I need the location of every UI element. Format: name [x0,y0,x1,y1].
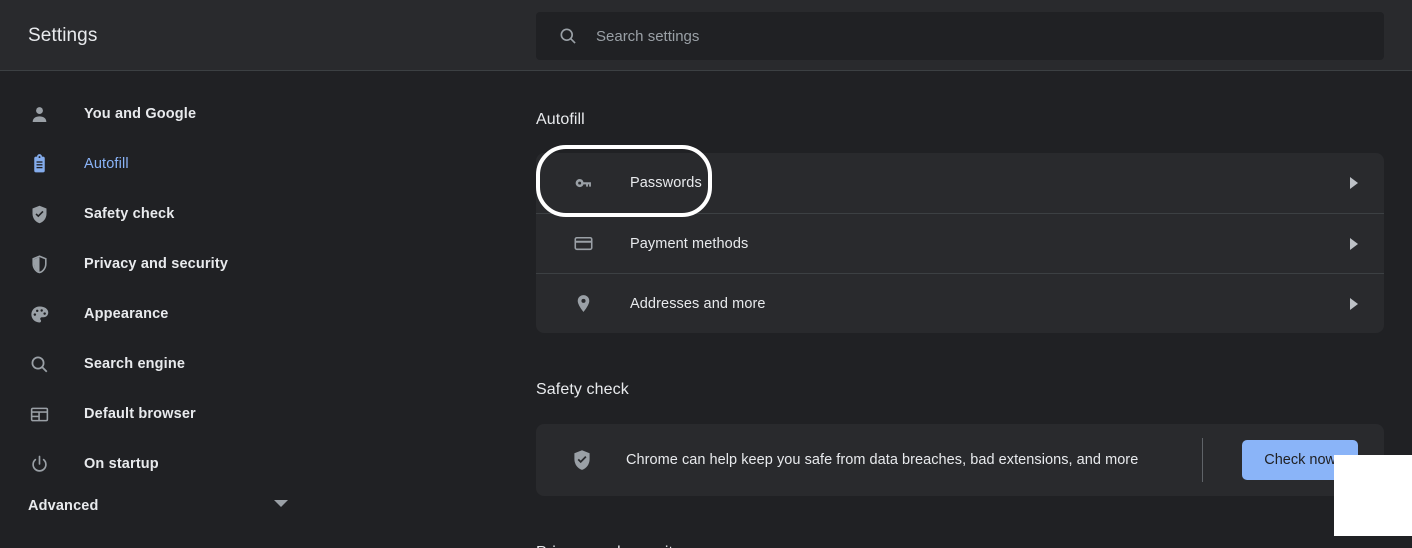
main-content: Autofill Passwords Payment methods Addre… [500,71,1412,548]
occlusion-patch [1334,455,1412,536]
autofill-row-passwords[interactable]: Passwords [536,153,1384,213]
browser-window-icon [28,403,50,425]
sidebar-item-autofill[interactable]: Autofill [0,139,500,189]
sidebar-item-label: Safety check [84,206,175,222]
palette-icon [28,303,50,325]
sidebar-item-label: You and Google [84,106,197,122]
sidebar-item-safety-check[interactable]: Safety check [0,189,500,239]
autofill-section-title: Autofill [536,111,585,128]
safety-card-divider [1202,438,1203,482]
safety-check-card: Chrome can help keep you safe from data … [536,424,1384,496]
credit-card-icon [572,233,594,255]
power-icon [28,453,50,475]
chevron-right-icon[interactable] [1350,237,1358,250]
autofill-row-label: Payment methods [630,235,749,252]
sidebar-item-label: Default browser [84,406,196,422]
autofill-row-payment-methods[interactable]: Payment methods [536,213,1384,273]
privacy-and-security-section-title: Privacy and security [536,544,1412,548]
page-title: Settings [28,25,98,46]
sidebar-advanced-toggle[interactable]: Advanced [0,481,310,531]
key-icon [572,172,594,194]
search-box[interactable] [536,12,1384,60]
location-pin-icon [572,293,594,315]
autofill-row-addresses-and-more[interactable]: Addresses and more [536,273,1384,333]
top-bar: Settings [0,0,1412,71]
safety-check-section-title: Safety check [536,381,629,398]
sidebar: You and Google Autofill Safety check Pri… [0,71,500,548]
sidebar-item-label: Search engine [84,356,186,372]
search-input[interactable] [596,12,1384,60]
safety-check-message: Chrome can help keep you safe from data … [626,452,1139,468]
sidebar-item-appearance[interactable]: Appearance [0,289,500,339]
sidebar-item-label: On startup [84,456,159,472]
sidebar-item-you-and-google[interactable]: You and Google [0,89,500,139]
shield-icon [28,253,50,275]
chevron-right-icon[interactable] [1350,297,1358,310]
autofill-row-label: Addresses and more [630,295,766,312]
clipboard-icon [28,153,50,175]
autofill-card: Passwords Payment methods Addresses and … [536,153,1384,333]
chevron-right-icon[interactable] [1350,177,1358,189]
shield-check-icon [28,203,50,225]
person-icon [28,103,50,125]
search-icon [558,26,578,46]
sidebar-item-search-engine[interactable]: Search engine [0,339,500,389]
autofill-row-label: Passwords [630,175,702,191]
sidebar-item-label: Appearance [84,306,169,322]
sidebar-item-label: Privacy and security [84,256,229,272]
sidebar-item-default-browser[interactable]: Default browser [0,389,500,439]
settings-page: Settings You and Google [0,0,1412,548]
shield-check-icon [570,448,594,472]
sidebar-item-label: Autofill [84,156,129,172]
caret-down-icon [274,500,288,507]
magnifier-icon [28,353,50,375]
sidebar-item-privacy-and-security[interactable]: Privacy and security [0,239,500,289]
advanced-label: Advanced [28,498,99,514]
